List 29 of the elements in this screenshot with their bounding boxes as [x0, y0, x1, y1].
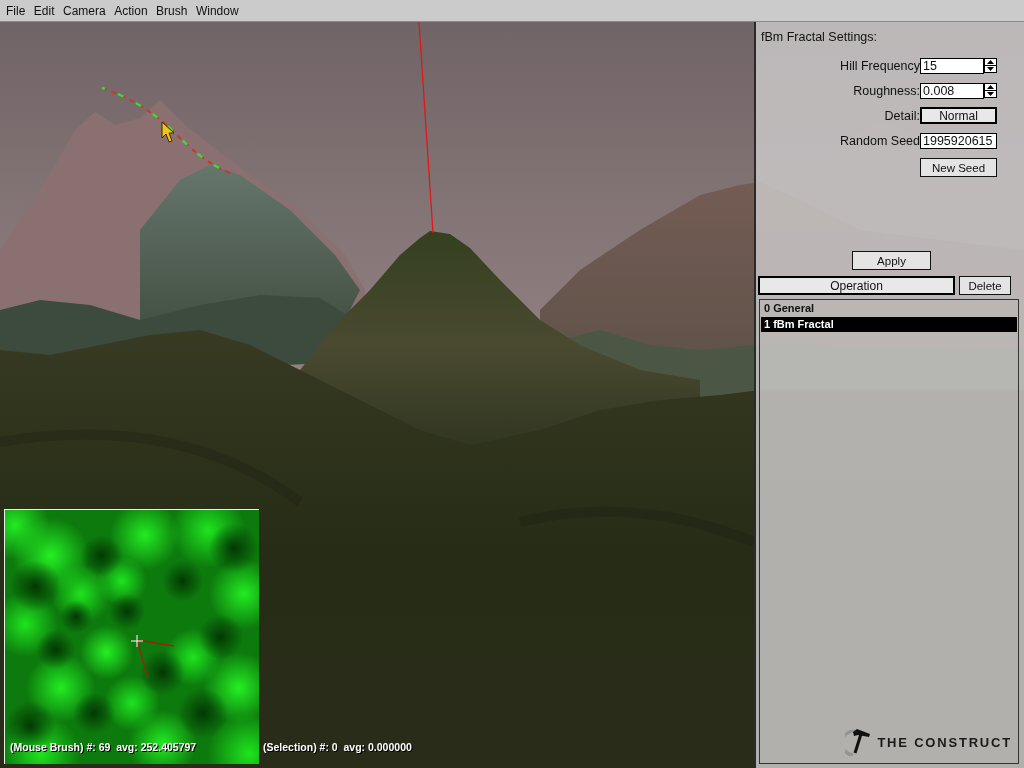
menu-item[interactable]: Window [195, 3, 239, 18]
apply-button[interactable]: Apply [852, 251, 931, 270]
crosshair-icon [130, 634, 176, 680]
hammer-icon [845, 728, 873, 756]
number-field[interactable]: 15 [920, 57, 984, 74]
menu-item[interactable]: Brush [156, 3, 188, 18]
mouse-brush-status: (Mouse Brush) #: 69 avg: 252.405797 [10, 741, 197, 754]
number-field[interactable]: 0.008 [920, 82, 984, 99]
field-label: Random Seed [839, 133, 920, 148]
panel-title: fBm Fractal Settings: [761, 30, 878, 44]
selection-status: (Selection) #: 0 avg: 0.000000 [263, 741, 412, 754]
field-label: Detail: [883, 108, 920, 123]
menu-item[interactable]: Camera [63, 3, 106, 18]
menu-item[interactable]: Action [114, 3, 148, 18]
operation-dropdown[interactable]: Operation [758, 276, 955, 295]
field-label: Roughness: [852, 83, 920, 98]
logo-text: THE CONSTRUCT [877, 734, 1012, 750]
menu-item[interactable]: Edit [33, 3, 55, 18]
spin-arrows-icon[interactable] [984, 83, 997, 98]
detail-dropdown[interactable]: Normal [920, 107, 997, 124]
new-seed-button[interactable]: New Seed [920, 158, 997, 177]
menu-item[interactable]: File [6, 3, 26, 18]
operation-item[interactable]: 0 General [761, 301, 1017, 316]
spin-arrows-icon[interactable] [984, 58, 997, 73]
delete-button[interactable]: Delete [959, 276, 1011, 295]
operation-item[interactable]: 1 fBm Fractal [761, 317, 1017, 332]
text-field[interactable]: 1995920615 [920, 132, 997, 149]
field-label: Hill Frequency [839, 58, 920, 73]
cursor-icon [161, 121, 175, 143]
